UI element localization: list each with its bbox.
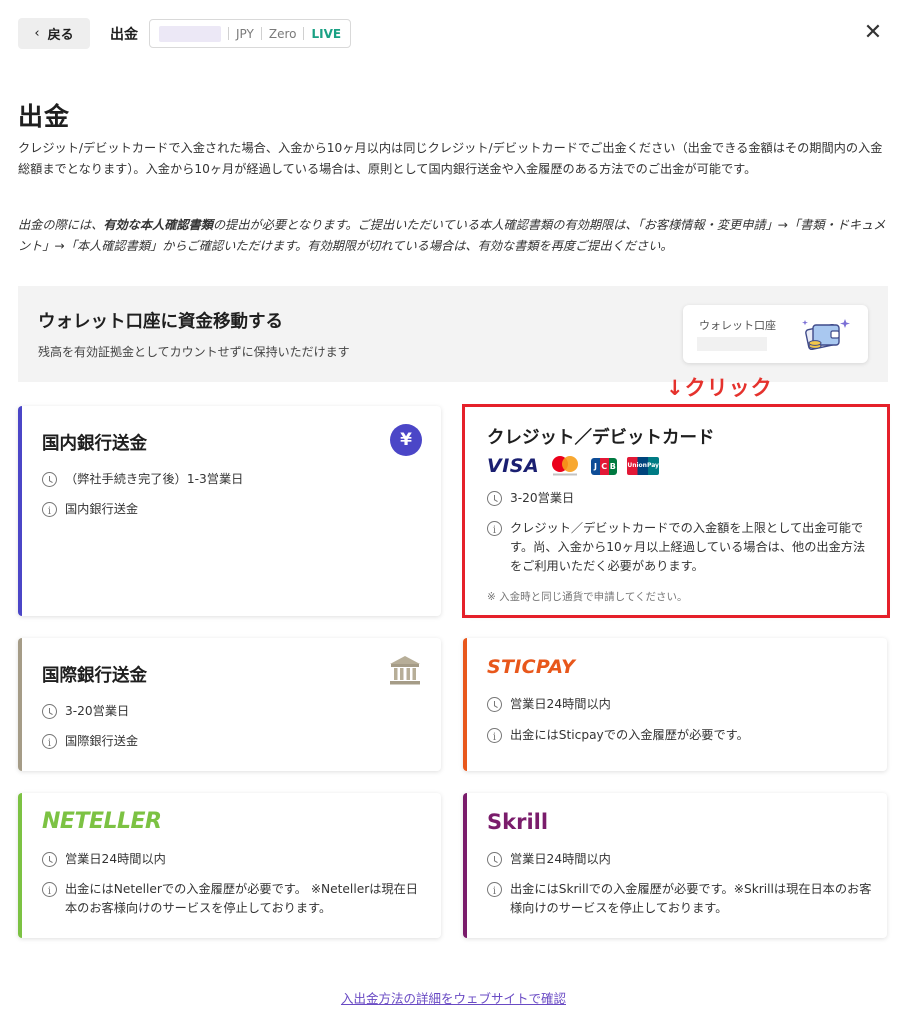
wallet-icon xyxy=(802,319,850,351)
method-card-sticpay[interactable]: STICPAY 営業日24時間以内 出金にはSticpayでの入金履歴が必要です… xyxy=(463,638,887,771)
info-row: 出金にはSkrillでの入金履歴が必要です。※Skrillは現在日本のお客様向け… xyxy=(487,880,872,918)
method-title: 国内銀行送金 xyxy=(42,434,147,454)
clock-icon xyxy=(42,852,57,867)
back-label: 戻る xyxy=(47,28,74,43)
close-icon[interactable]: ✕ xyxy=(861,21,885,45)
payment-methods-details-link[interactable]: 入出金方法の詳細をウェブサイトで確認 xyxy=(0,988,907,1007)
method-card-skrill[interactable]: Skrill 営業日24時間以内 出金にはSkrillでの入金履歴が必要です。※… xyxy=(463,793,887,938)
id-document-emphasis: 有効な本人確認書類 xyxy=(103,218,213,232)
account-type: Zero xyxy=(268,26,297,41)
accent-bar xyxy=(18,406,22,616)
method-info: 出金にはSticpayでの入金履歴が必要です。 xyxy=(510,728,749,742)
page-title: 出金 xyxy=(18,102,71,131)
account-selector[interactable]: JPY Zero LIVE xyxy=(149,19,352,48)
accent-bar xyxy=(463,638,467,771)
info-row: 出金にはNetellerでの入金履歴が必要です。 ※Netellerは現在日本の… xyxy=(42,880,427,918)
method-card-neteller[interactable]: NETELLER 営業日24時間以内 出金にはNetellerでの入金履歴が必要… xyxy=(18,793,441,938)
wallet-transfer-title: ウォレット口座に資金移動する xyxy=(38,312,283,332)
method-info: 出金にはNetellerでの入金履歴が必要です。 ※Netellerは現在日本の… xyxy=(65,882,418,915)
info-row: 出金にはSticpayでの入金履歴が必要です。 xyxy=(487,726,749,747)
method-card-international-bank[interactable]: 国際銀行送金 3-20営業日 国際銀行送金 xyxy=(18,638,441,771)
info-row: 国内銀行送金 xyxy=(42,500,139,521)
info-icon xyxy=(487,882,502,901)
method-card-domestic-bank[interactable]: 国内銀行送金 ¥ （弊社手続き完了後）1-3営業日 国内銀行送金 xyxy=(18,406,441,616)
click-annotation: ↓クリック xyxy=(666,376,773,400)
account-number-masked xyxy=(159,25,221,42)
processing-time-row: 営業日24時間以内 xyxy=(42,850,166,869)
method-info: 出金にはSkrillでの入金履歴が必要です。※Skrillは現在日本のお客様向け… xyxy=(510,882,872,915)
account-mode-badge: LIVE xyxy=(311,26,342,41)
highlight-frame xyxy=(462,404,890,618)
info-icon xyxy=(42,882,57,901)
info-icon xyxy=(42,734,57,753)
processing-time-row: 営業日24時間以内 xyxy=(487,695,611,714)
id-document-note: 出金の際には、有効な本人確認書類の提出が必要となります。ご提出いただいている本人… xyxy=(18,218,886,253)
neteller-logo: NETELLER xyxy=(42,809,162,834)
processing-time-row: （弊社手続き完了後）1-3営業日 xyxy=(42,470,243,489)
wallet-account-label: ウォレット口座 xyxy=(699,319,776,332)
processing-time: （弊社手続き完了後）1-3営業日 xyxy=(65,472,244,486)
wallet-transfer-panel[interactable]: ウォレット口座に資金移動する 残高を有効証拠金としてカウントせずに保持いただけま… xyxy=(18,286,888,382)
bank-building-icon xyxy=(390,656,420,685)
accent-bar xyxy=(18,638,22,771)
processing-time: 営業日24時間以内 xyxy=(510,852,611,866)
page-description: クレジット/デビットカードで入金された場合、入金から10ヶ月以内は同じクレジット… xyxy=(18,141,883,176)
clock-icon xyxy=(487,697,502,712)
accent-bar xyxy=(18,793,22,938)
back-button[interactable]: ‹ 戻る xyxy=(18,18,90,49)
info-icon xyxy=(487,728,502,747)
method-info: 国内銀行送金 xyxy=(65,502,139,516)
skrill-logo: Skrill xyxy=(487,810,549,834)
sticpay-logo: STICPAY xyxy=(487,656,576,678)
method-title: 国際銀行送金 xyxy=(42,666,147,686)
wallet-balance-masked xyxy=(697,337,767,351)
chevron-left-icon: ‹ xyxy=(34,26,40,41)
processing-time: 営業日24時間以内 xyxy=(65,852,166,866)
method-info: 国際銀行送金 xyxy=(65,734,139,748)
processing-time: 3-20営業日 xyxy=(65,704,130,718)
accent-bar xyxy=(463,793,467,938)
processing-time-row: 営業日24時間以内 xyxy=(487,850,611,869)
clock-icon xyxy=(42,472,57,487)
wallet-transfer-subtitle: 残高を有効証拠金としてカウントせずに保持いただけます xyxy=(38,345,350,359)
wallet-account-card[interactable]: ウォレット口座 xyxy=(683,305,868,363)
header-title: 出金 xyxy=(110,27,138,43)
clock-icon xyxy=(42,704,57,719)
info-icon xyxy=(42,502,57,521)
yen-icon: ¥ xyxy=(390,424,422,456)
account-currency: JPY xyxy=(236,26,254,41)
processing-time-row: 3-20営業日 xyxy=(42,702,129,721)
clock-icon xyxy=(487,852,502,867)
info-row: 国際銀行送金 xyxy=(42,732,139,753)
processing-time: 営業日24時間以内 xyxy=(510,697,611,711)
